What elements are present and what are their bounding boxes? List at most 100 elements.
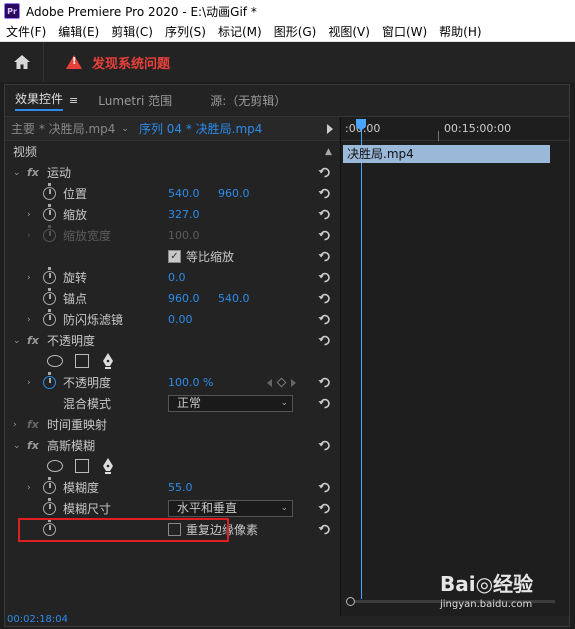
system-warning[interactable]: 发现系统问题 bbox=[66, 53, 170, 72]
position-x-value[interactable]: 540.0 bbox=[168, 187, 200, 200]
section-label: 视频 bbox=[13, 145, 38, 159]
menu-bar: 文件(F) 编辑(E) 剪辑(C) 序列(S) 标记(M) 图形(G) 视图(V… bbox=[0, 22, 575, 42]
title-bar: Pr Adobe Premiere Pro 2020 - E:\动画Gif * bbox=[0, 0, 575, 22]
reset-icon[interactable] bbox=[318, 313, 331, 326]
menu-markers[interactable]: 标记(M) bbox=[212, 23, 268, 40]
window-title: Adobe Premiere Pro 2020 - E:\动画Gif * bbox=[26, 4, 257, 19]
menu-file[interactable]: 文件(F) bbox=[0, 23, 52, 40]
chevron-right-icon[interactable]: › bbox=[27, 273, 31, 283]
chevron-right-icon[interactable]: › bbox=[13, 420, 17, 430]
reset-icon[interactable] bbox=[318, 523, 331, 536]
menu-window[interactable]: 窗口(W) bbox=[376, 23, 433, 40]
ruler-tick bbox=[438, 131, 439, 141]
panel-menu-icon[interactable]: ≡ bbox=[69, 94, 78, 107]
menu-view[interactable]: 视图(V) bbox=[322, 23, 376, 40]
chevron-down-icon[interactable]: ⌄ bbox=[13, 336, 21, 346]
prev-keyframe-icon[interactable] bbox=[267, 378, 272, 387]
effect-gaussian-blur[interactable]: ⌄ fx 高斯模糊 bbox=[5, 435, 339, 456]
effect-opacity[interactable]: ⌄ fx 不透明度 bbox=[5, 330, 339, 351]
chevron-right-icon[interactable]: › bbox=[27, 210, 31, 220]
menu-sequence[interactable]: 序列(S) bbox=[159, 23, 212, 40]
pen-mask-icon[interactable] bbox=[100, 352, 116, 370]
next-keyframe-icon[interactable] bbox=[291, 378, 296, 387]
reset-icon[interactable] bbox=[318, 208, 331, 221]
current-timecode[interactable]: 00:02:18:04 bbox=[7, 614, 68, 625]
reset-icon[interactable] bbox=[318, 334, 331, 347]
watermark-main: Bai◎经验 bbox=[440, 572, 534, 596]
anti-flicker-value[interactable]: 0.00 bbox=[168, 313, 193, 326]
timeline-clip[interactable]: 决胜局.mp4 bbox=[343, 145, 550, 163]
tab-lumetri-scopes[interactable]: Lumetri 范围 bbox=[88, 85, 182, 117]
stopwatch-icon[interactable] bbox=[43, 309, 56, 326]
mask-tools bbox=[5, 351, 339, 372]
zoom-handle[interactable] bbox=[346, 597, 355, 606]
reset-icon[interactable] bbox=[318, 439, 331, 452]
reset-icon[interactable] bbox=[318, 376, 331, 389]
blend-mode-select[interactable]: 正常 ⌄ bbox=[168, 395, 293, 412]
fx-icon[interactable]: fx bbox=[27, 334, 39, 347]
sequence-clip-label[interactable]: 序列 04 * 决胜局.mp4 bbox=[139, 120, 262, 137]
chevron-down-icon[interactable]: ⌄ bbox=[13, 441, 21, 451]
rectangle-mask-icon[interactable] bbox=[75, 459, 89, 473]
chevron-right-icon[interactable]: › bbox=[27, 378, 31, 388]
reset-icon[interactable] bbox=[318, 229, 331, 242]
home-button[interactable] bbox=[0, 42, 44, 82]
chevron-right-icon[interactable]: › bbox=[27, 483, 31, 493]
add-keyframe-icon[interactable] bbox=[276, 377, 287, 388]
reset-icon[interactable] bbox=[318, 271, 331, 284]
effect-motion[interactable]: ⌄ fx 运动 bbox=[5, 162, 339, 183]
chevron-down-icon[interactable]: ⌄ bbox=[13, 168, 21, 178]
reset-icon[interactable] bbox=[318, 187, 331, 200]
pen-mask-icon[interactable] bbox=[100, 457, 116, 475]
time-mid-label: 00:15:00:00 bbox=[444, 122, 512, 135]
tab-source[interactable]: 源:（无剪辑） bbox=[200, 85, 296, 117]
chevron-right-icon[interactable]: › bbox=[27, 315, 31, 325]
stopwatch-active-icon[interactable] bbox=[43, 372, 56, 389]
menu-clip[interactable]: 剪辑(C) bbox=[105, 23, 159, 40]
uniform-scale-checkbox[interactable]: ✓ bbox=[168, 250, 181, 263]
opacity-value[interactable]: 100.0 % bbox=[168, 376, 213, 389]
ellipse-mask-icon[interactable] bbox=[47, 355, 63, 367]
stopwatch-icon[interactable] bbox=[43, 204, 56, 221]
reset-icon[interactable] bbox=[318, 397, 331, 410]
time-ruler[interactable]: :00:00 00:15:00:00 bbox=[341, 117, 569, 141]
reset-icon[interactable] bbox=[318, 481, 331, 494]
panel-tabs: 效果控件 ≡ Lumetri 范围 源:（无剪辑） bbox=[5, 85, 569, 117]
blur-dimensions-select[interactable]: 水平和垂直 ⌄ bbox=[168, 500, 293, 517]
scale-value[interactable]: 327.0 bbox=[168, 208, 200, 221]
menu-graphics[interactable]: 图形(G) bbox=[268, 23, 323, 40]
stopwatch-icon[interactable] bbox=[43, 477, 56, 494]
stopwatch-icon bbox=[43, 225, 56, 242]
chevron-right-icon: › bbox=[27, 230, 31, 241]
position-y-value[interactable]: 960.0 bbox=[218, 187, 250, 200]
master-clip-label[interactable]: 主要 * 决胜局.mp4 bbox=[11, 120, 115, 137]
stopwatch-icon[interactable] bbox=[43, 288, 56, 305]
chevron-down-icon[interactable]: ⌄ bbox=[121, 124, 129, 134]
menu-edit[interactable]: 编辑(E) bbox=[52, 23, 105, 40]
rectangle-mask-icon[interactable] bbox=[75, 354, 89, 368]
fx-icon[interactable]: fx bbox=[27, 166, 39, 179]
effect-controls-panel: 效果控件 ≡ Lumetri 范围 源:（无剪辑） 主要 * 决胜局.mp4 ⌄… bbox=[4, 84, 570, 627]
fx-icon[interactable]: fx bbox=[27, 439, 39, 452]
stopwatch-icon[interactable] bbox=[43, 498, 56, 515]
reset-icon[interactable] bbox=[318, 250, 331, 263]
anchor-x-value[interactable]: 960.0 bbox=[168, 292, 200, 305]
ellipse-mask-icon[interactable] bbox=[47, 460, 63, 472]
reset-icon[interactable] bbox=[318, 292, 331, 305]
keyframe-timeline[interactable]: :00:00 00:15:00:00 决胜局.mp4 bbox=[340, 117, 569, 616]
stopwatch-icon[interactable] bbox=[43, 267, 56, 284]
reset-icon[interactable] bbox=[318, 166, 331, 179]
playhead-line bbox=[361, 129, 362, 599]
reset-icon[interactable] bbox=[318, 502, 331, 515]
tab-effect-controls[interactable]: 效果控件 ≡ bbox=[5, 85, 88, 117]
menu-help[interactable]: 帮助(H) bbox=[433, 23, 487, 40]
blurriness-value[interactable]: 55.0 bbox=[168, 481, 193, 494]
stopwatch-icon[interactable] bbox=[43, 183, 56, 200]
param-scale-width: › 缩放宽度 100.0 bbox=[5, 225, 339, 246]
anchor-y-value[interactable]: 540.0 bbox=[218, 292, 250, 305]
play-triangle-icon[interactable] bbox=[327, 123, 333, 134]
param-label: 位置 bbox=[63, 187, 88, 201]
effect-time-remap[interactable]: › fx 时间重映射 bbox=[5, 414, 339, 435]
collapse-up-icon[interactable]: ▲ bbox=[325, 147, 332, 157]
rotation-value[interactable]: 0.0 bbox=[168, 271, 186, 284]
